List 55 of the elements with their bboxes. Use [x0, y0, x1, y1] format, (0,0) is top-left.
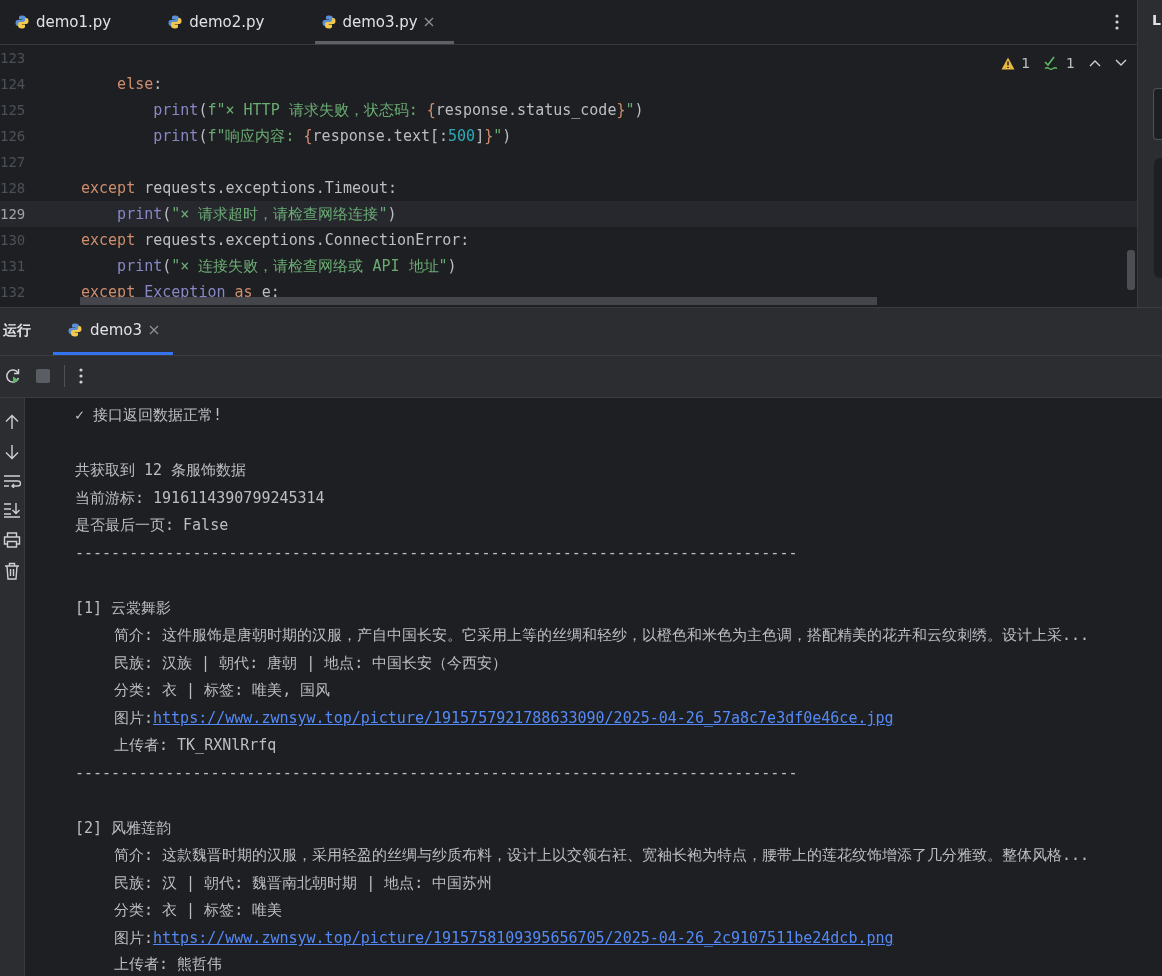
console-output: 图片: [114, 708, 154, 728]
code-line: print(f"× HTTP 请求失败，状态码: {response.status_code}") [152, 100, 644, 120]
line-number: 129 [0, 206, 24, 222]
more-icon[interactable] [79, 368, 83, 385]
code-line: print("× 请求超时，请检查网络连接") [116, 204, 397, 224]
code-line: else: [116, 75, 163, 93]
trash-icon[interactable] [4, 562, 20, 580]
rerun-icon[interactable] [4, 367, 22, 386]
side-panel-label[interactable]: L [1138, 0, 1161, 28]
console-output: [1] 云裳舞影 [75, 598, 172, 618]
console-output: -------------------------------------------------------------------------------- [75, 544, 798, 563]
console-output: [2] 风雅莲韵 [75, 818, 172, 838]
console-output: 上传者: TK_RXNlRrfq [114, 736, 277, 756]
arrow-up-icon[interactable] [5, 414, 19, 430]
scroll-to-end-icon[interactable] [3, 502, 21, 518]
console-output: ✓ 接口返回数据正常! [75, 406, 223, 426]
code-line: except requests.exceptions.ConnectionError: [81, 231, 470, 249]
console-output: 民族: 汉 | 朝代: 魏晋南北朝时期 | 地点: 中国苏州 [114, 873, 493, 893]
python-icon [320, 14, 337, 30]
console-output: 上传者: 熊哲伟 [114, 954, 223, 974]
console-output: 民族: 汉族 | 朝代: 唐朝 | 地点: 中国长安（今西安） [114, 653, 508, 673]
file-tab[interactable]: demo1.py [8, 0, 132, 44]
console-output: 是否最后一页: False [75, 516, 229, 536]
console-output: 简介: 这款魏晋时期的汉服，采用轻盈的丝绸与纱质布料，设计上以交领右衽、宽袖长袍为特点，腰带上的莲花纹饰增添了几分雅致。整体风格... [114, 846, 1090, 866]
chevron-up-icon[interactable] [1089, 59, 1101, 67]
code-line: print("× 连接失败，请检查网络或 API 地址") [116, 256, 457, 276]
console-output: 图片: [114, 928, 154, 948]
warning-count: 1 [1021, 55, 1031, 71]
print-icon[interactable] [3, 532, 21, 548]
soft-wrap-icon[interactable] [3, 474, 21, 488]
run-panel-title: 运行 [2, 322, 32, 341]
python-icon [14, 14, 30, 30]
console-output: 当前游标: 1916114390799245314 [75, 488, 325, 508]
image-link[interactable]: https://www.zwnsyw.top/picture/1915758109395656705/2025-04-26_2c9107511be24dcb.png [153, 929, 894, 948]
console-output: 简介: 这件服饰是唐朝时期的汉服，产自中国长安。它采用上等的丝绸和轻纱，以橙色和米色为主色调，搭配精美的花卉和云纹刺绣。设计上采... [114, 626, 1090, 646]
python-icon [67, 321, 83, 338]
code-line: except Exception as e: [81, 283, 280, 301]
python-icon [167, 14, 184, 30]
warning-icon[interactable] [1001, 56, 1016, 70]
console-output: 共获取到 12 条服饰数据 [75, 461, 247, 481]
arrow-down-icon[interactable] [5, 444, 19, 460]
console-output: 分类: 衣 | 标签: 唯美 [114, 901, 283, 921]
close-icon[interactable] [423, 17, 434, 27]
file-tab[interactable]: demo3.py [314, 0, 454, 44]
console-output: -------------------------------------------------------------------------------- [75, 764, 798, 783]
check-count: 1 [1066, 55, 1075, 71]
more-icon[interactable] [1115, 14, 1119, 30]
chevron-down-icon[interactable] [1115, 59, 1127, 67]
vertical-scrollbar[interactable] [1127, 250, 1135, 290]
code-line: except requests.exceptions.Timeout: [81, 179, 398, 197]
image-link[interactable]: https://www.zwnsyw.top/picture/1915757921788633090/2025-04-26_57a8c7e3df0e46ce.jpg [153, 709, 894, 728]
file-tab[interactable]: demo2.py [161, 0, 285, 44]
code-line: print(f"响应内容: {response.text[:500]}") [152, 126, 512, 146]
console-output: 分类: 衣 | 标签: 唯美, 国风 [114, 681, 331, 701]
close-icon[interactable] [149, 324, 160, 335]
